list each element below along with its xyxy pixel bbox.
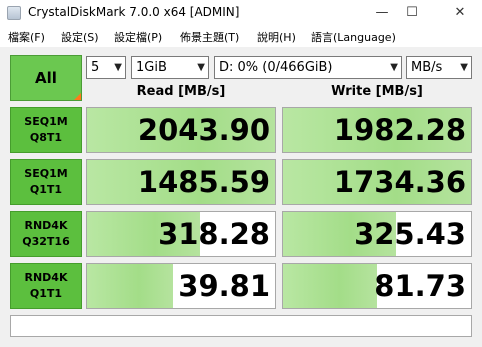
menu-language[interactable]: 語言(Language) [311,29,396,45]
read-result-cell: 2043.90 [86,107,276,153]
read-result-value: 1485.59 [137,165,270,199]
read-result-value: 318.28 [158,217,270,251]
menu-profile[interactable]: 設定檔(P) [114,29,162,45]
close-button[interactable]: ✕ [440,0,480,26]
result-bar [283,264,377,308]
test-rnd4k-q1t1-button[interactable]: RND4K Q1T1 [10,263,82,309]
unit-value: MB/s [411,60,443,75]
read-header: Read [MB/s] [136,84,226,99]
test-size-value: 1GiB [136,60,167,75]
test-name: SEQ1M [24,167,68,180]
test-name: SEQ1M [24,115,68,128]
test-params: Q1T1 [29,287,63,300]
test-name: RND4K [24,271,68,284]
chevron-down-icon: ▼ [390,62,398,73]
write-result-cell: 1982.28 [282,107,472,153]
window-title: CrystalDiskMark 7.0.0 x64 [ADMIN] [28,5,240,19]
write-result-cell: 1734.36 [282,159,472,205]
app-icon [7,6,21,20]
write-result-cell: 325.43 [282,211,472,257]
read-result-value: 2043.90 [137,113,270,147]
write-result-value: 81.73 [374,269,466,303]
drive-select[interactable]: D: 0% (0/466GiB) ▼ [214,56,402,79]
read-result-cell: 39.81 [86,263,276,309]
test-params: Q8T1 [29,131,63,144]
drive-value: D: 0% (0/466GiB) [219,60,333,75]
menu-theme[interactable]: 佈景主題(T) [180,29,239,45]
all-button[interactable]: All [10,55,82,101]
chevron-down-icon: ▼ [460,62,468,73]
write-header: Write [MB/s] [331,84,423,99]
read-result-cell: 318.28 [86,211,276,257]
comment-field[interactable] [10,315,472,337]
test-count-select[interactable]: 5 ▼ [86,56,126,79]
read-result-value: 39.81 [178,269,270,303]
test-name: RND4K [24,219,68,232]
write-result-value: 1982.28 [333,113,466,147]
menu-file[interactable]: 檔案(F) [8,29,45,45]
test-params: Q1T1 [29,183,63,196]
maximize-button[interactable]: ☐ [392,0,432,26]
chevron-down-icon: ▼ [114,62,122,73]
write-result-cell: 81.73 [282,263,472,309]
test-count-value: 5 [91,60,100,75]
write-result-value: 325.43 [354,217,466,251]
result-bar [87,264,174,308]
menu-bar: 檔案(F) 設定(S) 設定檔(P) 佈景主題(T) 說明(H) 語言(Lang… [0,26,482,46]
test-size-select[interactable]: 1GiB ▼ [131,56,209,79]
test-seq1m-q1t1-button[interactable]: SEQ1M Q1T1 [10,159,82,205]
test-params: Q32T16 [22,235,70,248]
read-result-cell: 1485.59 [86,159,276,205]
title-bar: CrystalDiskMark 7.0.0 x64 [ADMIN] — ☐ ✕ [0,0,482,26]
write-result-value: 1734.36 [333,165,466,199]
menu-settings[interactable]: 設定(S) [61,29,99,45]
test-rnd4k-q32t16-button[interactable]: RND4K Q32T16 [10,211,82,257]
chevron-down-icon: ▼ [197,62,205,73]
unit-select[interactable]: MB/s ▼ [406,56,472,79]
test-seq1m-q8t1-button[interactable]: SEQ1M Q8T1 [10,107,82,153]
menu-help[interactable]: 說明(H) [257,29,296,45]
